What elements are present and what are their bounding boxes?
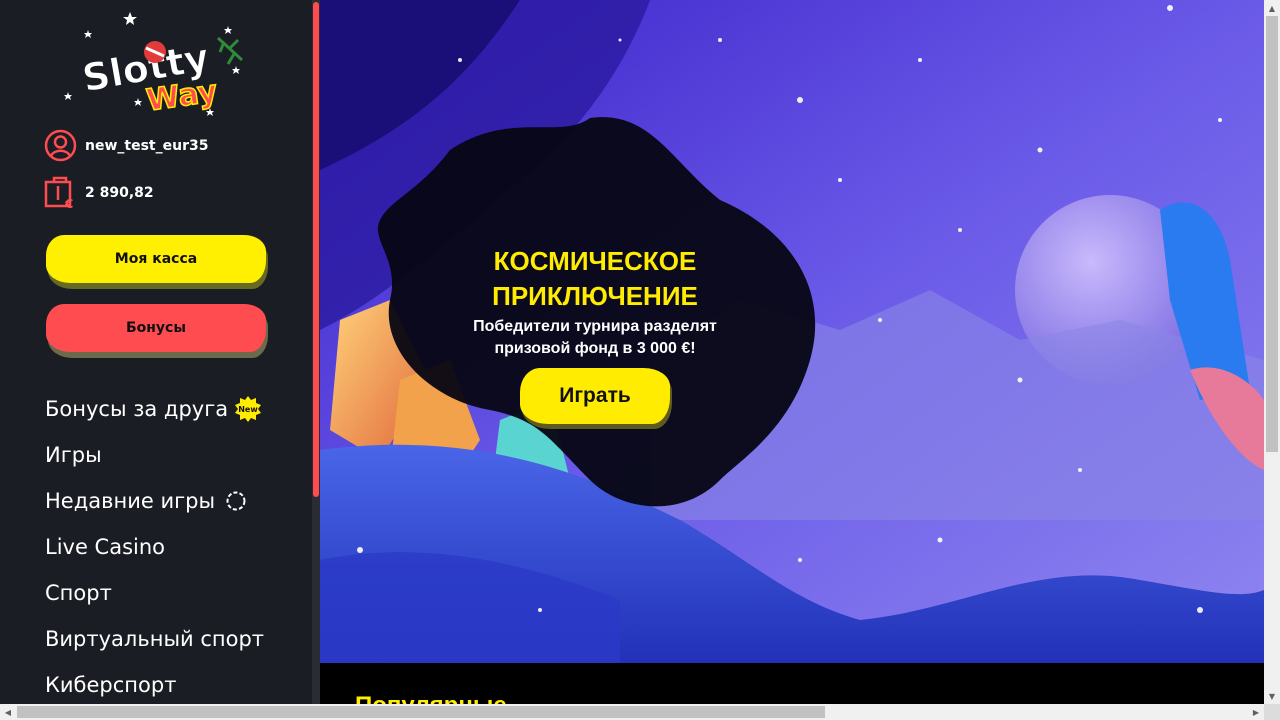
- svg-text:€: €: [64, 197, 73, 209]
- user-profile-row[interactable]: new_test_eur35: [44, 129, 208, 162]
- bonuses-button[interactable]: Бонусы: [46, 304, 266, 352]
- scroll-left-arrow-icon[interactable]: ◀: [0, 704, 16, 720]
- new-badge-icon: New: [234, 395, 262, 423]
- page-horizontal-scroll-thumb[interactable]: [17, 706, 825, 718]
- user-icon: [44, 129, 77, 162]
- page-vertical-scroll-thumb[interactable]: [1266, 16, 1278, 452]
- nav-item-label: Виртуальный спорт: [45, 627, 265, 651]
- nav-item-virtual-sport[interactable]: Виртуальный спорт: [45, 616, 264, 662]
- wallet-euro-icon: €: [44, 176, 77, 211]
- balance-amount: 2 890,82: [85, 184, 154, 201]
- scroll-down-arrow-icon[interactable]: ▼: [1264, 688, 1280, 704]
- nav-item-games[interactable]: Игры: [45, 432, 264, 478]
- scroll-up-arrow-icon[interactable]: ▲: [1264, 0, 1280, 16]
- nav-item-sport[interactable]: Спорт: [45, 570, 264, 616]
- slottyway-logo[interactable]: Slotty Way: [60, 8, 250, 120]
- popular-section-title: Популярные: [355, 692, 507, 704]
- banner-subtitle-line2: призовой фонд в 3 000 €!: [494, 340, 696, 357]
- banner-title-line1: КОСМИЧЕСКОЕ: [493, 246, 697, 276]
- sidebar-nav: Бонусы за друга New Игры Недавние игры L: [45, 386, 264, 704]
- banner-subtitle-line1: Победители турнира разделят: [473, 318, 717, 335]
- sidebar: Slotty Way new_test_eur35 € 2 890,82 Моя…: [0, 0, 312, 704]
- sidebar-scrollbar-thumb[interactable]: [313, 2, 319, 497]
- nav-item-esports[interactable]: Киберспорт: [45, 662, 264, 704]
- nav-item-label: Киберспорт: [45, 673, 177, 697]
- play-button[interactable]: Играть: [520, 368, 670, 424]
- nav-item-refer-friend[interactable]: Бонусы за друга New: [45, 386, 264, 432]
- nav-item-live-casino[interactable]: Live Casino: [45, 524, 264, 570]
- banner-title-line2: ПРИКЛЮЧЕНИЕ: [492, 281, 698, 311]
- scrollbar-corner: [1264, 704, 1280, 720]
- balance-row[interactable]: € 2 890,82: [44, 176, 154, 211]
- page: Slotty Way new_test_eur35 € 2 890,82 Моя…: [0, 0, 1280, 720]
- promo-banner[interactable]: КОСМИЧЕСКОЕ ПРИКЛЮЧЕНИЕ Победители турни…: [320, 0, 1264, 663]
- nav-item-label: Игры: [45, 443, 102, 467]
- new-badge-text: New: [238, 405, 258, 414]
- nav-item-label: Live Casino: [45, 535, 166, 559]
- nav-item-label: Спорт: [45, 581, 112, 605]
- nav-item-label: Недавние игры: [45, 489, 216, 513]
- scroll-right-arrow-icon[interactable]: ▶: [1248, 704, 1264, 720]
- username: new_test_eur35: [85, 137, 209, 154]
- my-cashier-button[interactable]: Моя касса: [46, 235, 266, 283]
- banner-text-block: КОСМИЧЕСКОЕ ПРИКЛЮЧЕНИЕ Победители турни…: [440, 244, 750, 360]
- nav-item-recent-games[interactable]: Недавние игры: [45, 478, 264, 524]
- recent-reload-icon: [225, 490, 247, 512]
- nav-item-label: Бонусы за друга: [45, 397, 229, 421]
- main-content: КОСМИЧЕСКОЕ ПРИКЛЮЧЕНИЕ Победители турни…: [320, 0, 1264, 704]
